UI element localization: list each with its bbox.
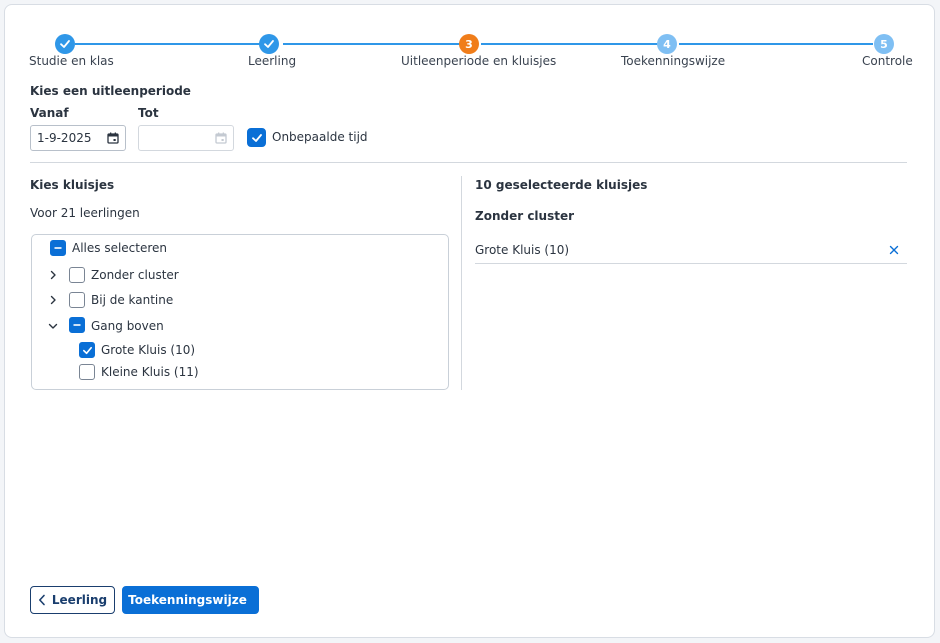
tree-item-kleine-kluis[interactable]: Kleine Kluis (11) [101, 365, 199, 379]
chevron-left-icon [38, 594, 45, 606]
step-2-label[interactable]: Leerling [248, 54, 296, 68]
step-connector [283, 43, 461, 45]
step-4-indicator: 4 [657, 34, 677, 54]
tree-checkbox-gang-boven[interactable] [69, 317, 85, 333]
next-button[interactable]: Toekenningswijze [122, 586, 259, 614]
step-1-label[interactable]: Studie en klas [29, 54, 114, 68]
tree-item-zonder-cluster[interactable]: Zonder cluster [91, 268, 179, 282]
to-label: Tot [138, 106, 159, 120]
back-button[interactable]: Leerling [30, 586, 115, 614]
minus-icon [54, 247, 62, 249]
selected-item-divider [475, 263, 907, 264]
tree-checkbox-bij-de-kantine[interactable] [69, 292, 85, 308]
locker-tree: Alles selecteren Zonder cluster Bij de k… [31, 234, 449, 390]
tree-checkbox-zonder-cluster[interactable] [69, 267, 85, 283]
back-button-label: Leerling [51, 593, 108, 607]
tree-item-gang-boven[interactable]: Gang boven [91, 319, 164, 333]
calendar-icon[interactable] [107, 132, 119, 144]
chevron-right-icon[interactable] [48, 270, 58, 280]
minus-icon [73, 324, 81, 326]
step-connector [679, 43, 873, 45]
to-date-field[interactable] [138, 125, 234, 151]
close-icon[interactable] [889, 245, 899, 255]
tree-item-grote-kluis[interactable]: Grote Kluis (10) [101, 343, 195, 357]
calendar-icon[interactable] [215, 132, 227, 144]
step-5-indicator: 5 [874, 34, 894, 54]
selected-item-label: Grote Kluis (10) [475, 243, 570, 257]
indefinite-checkbox[interactable] [247, 128, 266, 147]
select-all-label[interactable]: Alles selecteren [72, 241, 167, 255]
step-3-indicator: 3 [459, 34, 479, 54]
tree-item-bij-de-kantine[interactable]: Bij de kantine [91, 293, 173, 307]
wizard-card: Studie en klas Leerling 3 Uitleenperiode… [4, 4, 935, 638]
lockers-title: Kies kluisjes [30, 178, 115, 192]
next-button-label: Toekenningswijze [128, 593, 247, 607]
selected-group-title: Zonder cluster [475, 209, 575, 223]
step-4-label: Toekenningswijze [621, 54, 726, 68]
check-icon [82, 346, 92, 354]
indefinite-label[interactable]: Onbepaalde tijd [272, 130, 368, 144]
chevron-down-icon[interactable] [48, 321, 58, 331]
lockers-subtitle: Voor 21 leerlingen [30, 206, 140, 220]
column-divider [461, 176, 462, 390]
chevron-right-icon[interactable] [48, 295, 58, 305]
tree-checkbox-grote-kluis[interactable] [79, 342, 95, 358]
step-5-label: Controle [862, 54, 913, 68]
from-date-field[interactable]: 1-9-2025 [30, 125, 126, 151]
from-label: Vanaf [30, 106, 69, 120]
select-all-checkbox[interactable] [50, 240, 66, 256]
section-divider [30, 162, 907, 163]
step-connector [75, 43, 263, 45]
check-icon [251, 133, 262, 142]
period-title: Kies een uitleenperiode [30, 84, 191, 98]
selected-count-title: 10 geselecteerde kluisjes [475, 178, 648, 192]
step-3-label: Uitleenperiode en kluisjes [401, 54, 557, 68]
step-connector [481, 43, 659, 45]
step-2-check-icon[interactable] [259, 34, 279, 54]
tree-checkbox-kleine-kluis[interactable] [79, 364, 95, 380]
step-1-check-icon[interactable] [55, 34, 75, 54]
from-date-value: 1-9-2025 [37, 131, 92, 145]
